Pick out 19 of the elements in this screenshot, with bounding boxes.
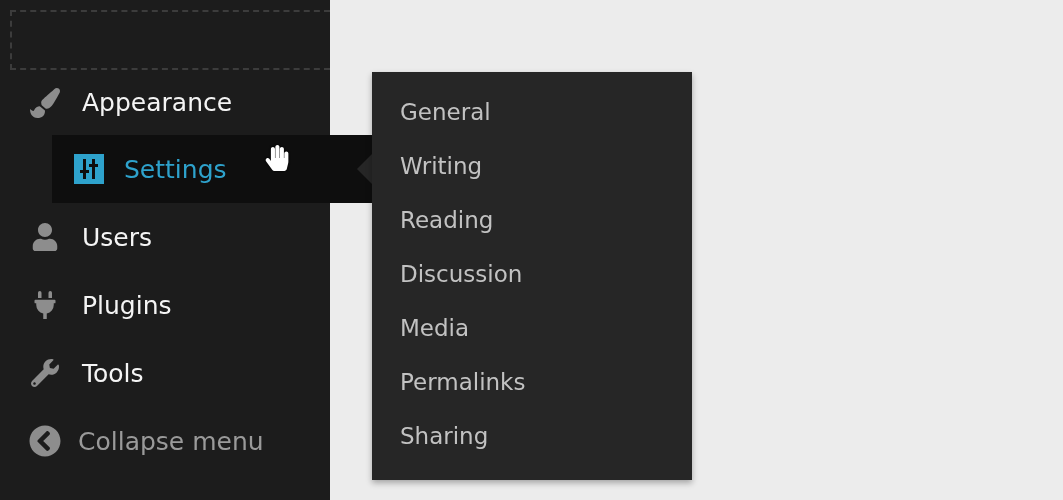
submenu-item[interactable]: Reading <box>400 193 494 247</box>
menu-item[interactable]: Settings <box>124 154 227 184</box>
submenu-item[interactable]: General <box>400 85 491 139</box>
collapse-arrow-icon <box>28 425 62 457</box>
menu-item[interactable]: Users <box>82 222 152 252</box>
submenu-item[interactable]: Writing <box>400 139 483 193</box>
submenu-item[interactable]: Discussion <box>400 247 523 301</box>
menu-item-highlight[interactable]: Settings <box>52 135 372 203</box>
submenu-item[interactable]: Permalinks <box>400 355 526 409</box>
submenu-item[interactable]: Media <box>400 301 470 355</box>
menu-item[interactable]: Plugins <box>82 290 172 320</box>
paintbrush-icon <box>28 87 62 118</box>
menu-item[interactable]: Tools <box>82 358 144 388</box>
sliders-icon <box>74 154 104 184</box>
hand-cursor-icon <box>264 145 290 171</box>
wrench-icon <box>28 359 62 387</box>
menu-item[interactable]: Appearance <box>82 88 233 117</box>
collapse-menu-link[interactable]: Collapse menu <box>78 426 264 456</box>
submenu-item[interactable]: Sharing <box>400 409 489 463</box>
